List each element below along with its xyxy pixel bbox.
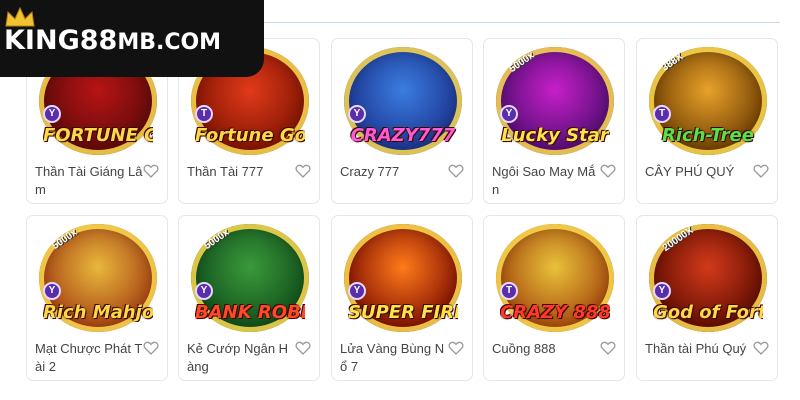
brand-suffix: MB.COM — [117, 30, 222, 55]
game-thumbnail[interactable]: 5000xYRich Mahjong — [39, 224, 157, 332]
heart-outline-icon[interactable] — [600, 340, 616, 356]
provider-badge-icon: T — [500, 282, 518, 300]
brand-wordmark: KING88MB.COM — [4, 25, 221, 56]
game-logo-text: Rich-Tree — [662, 127, 754, 145]
game-logo-text: God of Fortune — [653, 304, 763, 322]
game-logo-text: Fortune God — [195, 127, 305, 145]
game-card[interactable]: 5000x Y Lucky Star Ngôi Sao May Mắn — [483, 38, 625, 204]
game-title[interactable]: Thần Tài Giáng Lâm — [35, 163, 143, 199]
game-title[interactable]: Cuồng 888 — [492, 340, 600, 358]
heart-outline-icon[interactable] — [600, 163, 616, 179]
game-card[interactable]: Y CRAZY777 Crazy 777 — [331, 38, 473, 204]
heart-outline-icon[interactable] — [753, 340, 769, 356]
heart-outline-icon[interactable] — [448, 163, 464, 179]
game-title[interactable]: Ngôi Sao May Mắn — [492, 163, 600, 199]
heart-outline-icon[interactable] — [295, 163, 311, 179]
game-card[interactable]: 20000XYGod of FortuneThần tài Phú Quý — [636, 215, 778, 381]
game-thumbnail[interactable]: 5000xYBANK ROBBERY — [191, 224, 309, 332]
game-card[interactable]: Y SUPER FIRE Lửa Vàng Bùng Nổ 7 — [331, 215, 473, 381]
game-logo-text: Lucky Star — [501, 127, 609, 145]
game-title[interactable]: Mạt Chược Phát Tài 2 — [35, 340, 143, 376]
game-thumbnail[interactable]: Y CRAZY777 — [344, 47, 462, 155]
game-card[interactable]: 388X T Rich-Tree CÂY PHÚ QUÝ — [636, 38, 778, 204]
game-title[interactable]: Kẻ Cướp Ngân Hàng — [187, 340, 295, 376]
heart-outline-icon[interactable] — [295, 340, 311, 356]
game-thumbnail[interactable]: T CRAZY 888 — [496, 224, 614, 332]
provider-badge-icon: Y — [348, 105, 366, 123]
provider-badge-icon: Y — [348, 282, 366, 300]
game-thumbnail[interactable]: 5000x Y Lucky Star — [496, 47, 614, 155]
brand-main: KING88 — [4, 25, 118, 56]
heart-outline-icon[interactable] — [448, 340, 464, 356]
game-title[interactable]: CÂY PHÚ QUÝ — [645, 163, 753, 181]
game-thumbnail[interactable]: 388X T Rich-Tree — [649, 47, 767, 155]
heart-outline-icon[interactable] — [753, 163, 769, 179]
game-grid: Y FORTUNE GOD COMING Thần Tài Giáng Lâm T Fo… — [26, 38, 780, 388]
provider-badge-icon: T — [653, 105, 671, 123]
heart-outline-icon[interactable] — [143, 340, 159, 356]
game-logo-text: FORTUNE GOD COMING — [43, 127, 153, 145]
provider-badge-icon: Y — [500, 105, 518, 123]
provider-badge-icon: Y — [653, 282, 671, 300]
game-logo-text: CRAZY 888 — [500, 304, 610, 322]
game-title[interactable]: Crazy 777 — [340, 163, 448, 181]
game-title[interactable]: Thần tài Phú Quý — [645, 340, 753, 358]
provider-badge-icon: T — [195, 105, 213, 123]
game-thumbnail[interactable]: Y SUPER FIRE — [344, 224, 462, 332]
game-card[interactable]: 5000xYBANK ROBBERYKẻ Cướp Ngân Hàng — [178, 215, 320, 381]
game-logo-text: SUPER FIRE — [348, 304, 458, 322]
game-card[interactable]: 5000xYRich MahjongMạt Chược Phát Tài 2 — [26, 215, 168, 381]
game-logo-text: CRAZY777 — [350, 127, 456, 145]
provider-badge-icon: Y — [195, 282, 213, 300]
game-title[interactable]: Thần Tài 777 — [187, 163, 295, 181]
game-logo-text: Rich Mahjong — [43, 304, 153, 322]
game-logo-text: BANK ROBBERY — [195, 304, 305, 322]
game-thumbnail[interactable]: 20000XYGod of Fortune — [649, 224, 767, 332]
game-title[interactable]: Lửa Vàng Bùng Nổ 7 — [340, 340, 448, 376]
provider-badge-icon: Y — [43, 105, 61, 123]
game-card[interactable]: T CRAZY 888 Cuồng 888 — [483, 215, 625, 381]
heart-outline-icon[interactable] — [143, 163, 159, 179]
provider-badge-icon: Y — [43, 282, 61, 300]
section-divider — [260, 22, 780, 23]
brand-logo[interactable]: KING88MB.COM — [0, 0, 264, 77]
